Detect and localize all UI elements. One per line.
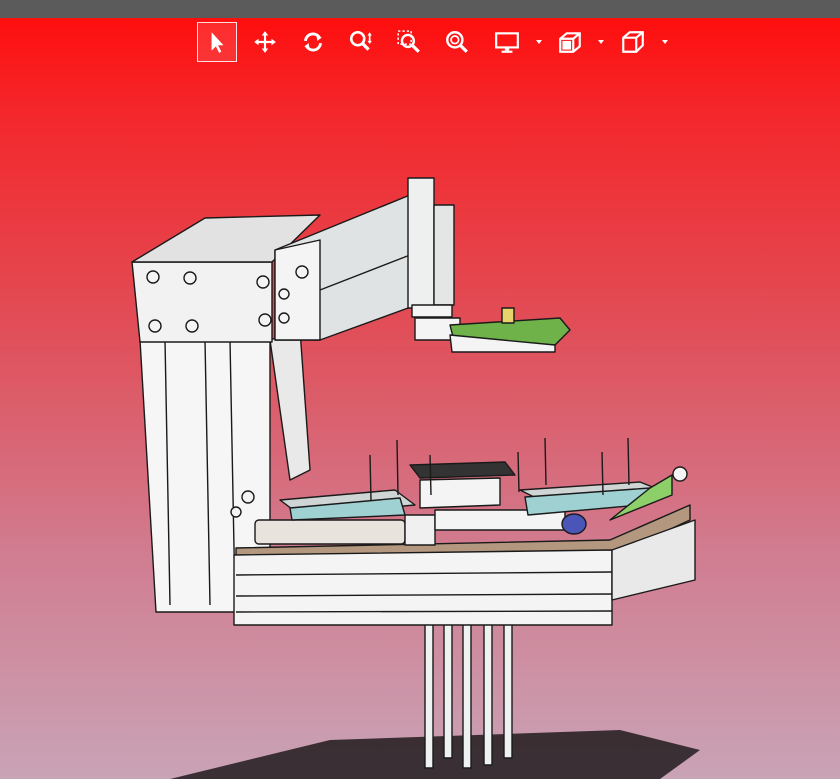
support-rod [503,619,513,759]
rotate-icon [304,32,322,52]
support-rod [483,619,493,766]
ground-shadow [170,730,700,779]
cad-model-view[interactable] [0,18,840,779]
pin [601,451,604,496]
zoom-fit-icon [446,31,468,53]
center-tray [409,461,516,479]
zoom-window-icon [397,30,420,53]
view-cube-icon [622,31,644,53]
pin [369,454,372,501]
chevron-down-icon[interactable] [535,38,543,46]
zoom-fit-button[interactable] [437,22,477,62]
zoom-icon [349,30,372,51]
section-cube-icon [559,32,581,53]
support-rod [424,619,434,769]
view-orientation-button[interactable] [613,22,653,62]
title-bar [0,0,840,18]
zoom-window-button[interactable] [389,22,429,62]
linear-actuator [254,519,406,545]
pin [429,454,432,496]
monitor-icon [495,32,519,53]
support-rod [462,619,472,769]
cursor-arrow-icon [211,32,224,53]
move-arrows-icon [254,31,276,53]
base-extrusion [233,549,613,626]
zoom-button[interactable] [341,22,381,62]
pin [627,437,630,486]
display-mode-button[interactable] [487,22,527,62]
support-rod [443,619,453,759]
rotate-button[interactable] [293,22,333,62]
chevron-down-icon[interactable] [661,38,669,46]
pan-button[interactable] [245,22,285,62]
chevron-down-icon[interactable] [597,38,605,46]
pin [544,437,547,486]
pin [396,439,399,496]
viewer-toolbar [195,22,675,64]
select-button[interactable] [197,22,237,62]
section-button[interactable] [550,22,590,62]
pneumatic-cylinder [407,177,435,309]
pin [517,451,520,493]
air-fitting [561,513,587,535]
